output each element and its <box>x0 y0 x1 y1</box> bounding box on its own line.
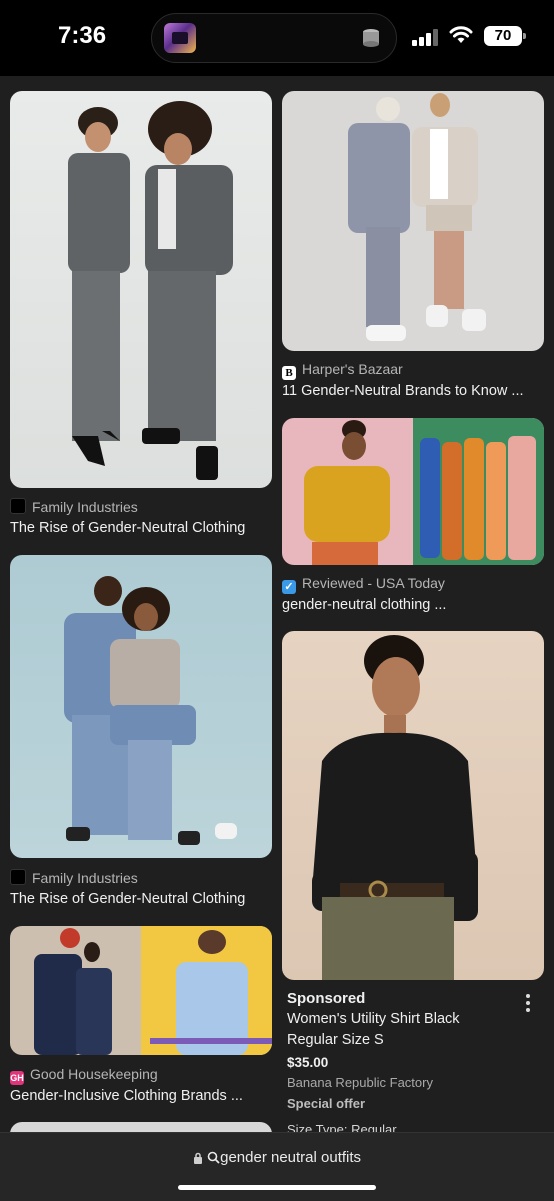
home-indicator[interactable] <box>178 1185 376 1190</box>
result-image[interactable] <box>10 555 272 858</box>
status-time: 7:36 <box>58 22 107 49</box>
battery-icon: 70 <box>484 26 526 46</box>
result-image[interactable] <box>282 91 544 351</box>
family-industries-favicon-icon <box>10 498 26 514</box>
status-bar: 7:36 70 <box>0 0 554 76</box>
dynamic-island[interactable] <box>151 13 397 63</box>
more-vert-icon[interactable] <box>526 994 532 1012</box>
wifi-icon <box>449 26 473 43</box>
special-offer: Special offer <box>287 1096 366 1111</box>
product-title-line2[interactable]: Regular Size S <box>287 1032 384 1048</box>
search-icon <box>207 1151 220 1164</box>
checkmark-favicon-icon: ✓ <box>282 580 296 594</box>
url-field[interactable]: gender neutral outfits <box>0 1149 554 1166</box>
search-query: gender neutral outfits <box>220 1149 362 1166</box>
result-source[interactable]: B Harper's Bazaar <box>282 361 403 380</box>
result-title[interactable]: gender-neutral clothing ... <box>282 597 544 613</box>
product-image[interactable] <box>282 631 544 980</box>
lock-icon <box>193 1152 202 1164</box>
result-image[interactable] <box>10 926 272 1055</box>
good-housekeeping-favicon-icon: GH <box>10 1071 24 1085</box>
result-source[interactable]: Family Industries <box>10 498 138 515</box>
harpers-bazaar-favicon-icon: B <box>282 366 296 380</box>
result-title[interactable]: 11 Gender-Neutral Brands to Know ... <box>282 383 544 399</box>
result-source[interactable]: GH Good Housekeeping <box>10 1066 158 1085</box>
result-title[interactable]: Gender-Inclusive Clothing Brands ... <box>10 1088 272 1104</box>
cellular-signal-icon <box>412 28 440 46</box>
result-source[interactable]: Family Industries <box>10 869 138 886</box>
address-bar[interactable]: gender neutral outfits <box>0 1132 554 1201</box>
result-title[interactable]: The Rise of Gender-Neutral Clothing <box>10 891 272 907</box>
sponsored-label: Sponsored <box>287 990 366 1007</box>
spool-icon <box>363 29 379 47</box>
result-image[interactable] <box>282 418 544 565</box>
product-title-line1[interactable]: Women's Utility Shirt Black <box>287 1011 460 1027</box>
now-playing-artwork-icon <box>164 23 196 53</box>
family-industries-favicon-icon <box>10 869 26 885</box>
result-image[interactable] <box>10 91 272 488</box>
product-price: $35.00 <box>287 1055 329 1070</box>
product-store[interactable]: Banana Republic Factory <box>287 1075 433 1090</box>
result-title[interactable]: The Rise of Gender-Neutral Clothing <box>10 520 272 536</box>
result-source[interactable]: ✓ Reviewed - USA Today <box>282 575 445 594</box>
